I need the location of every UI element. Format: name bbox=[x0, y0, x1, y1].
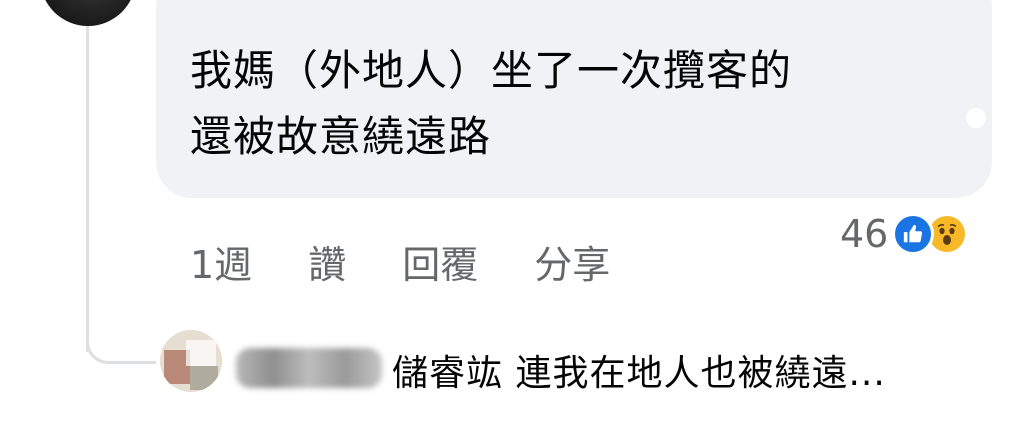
comment-timestamp[interactable]: 1週 bbox=[190, 234, 252, 289]
comment-actions: 1週 讚 回覆 分享 bbox=[190, 234, 666, 289]
thread-line bbox=[86, 20, 89, 352]
reply-button[interactable]: 回覆 bbox=[402, 234, 478, 289]
comment-text: 我媽（外地人）坐了一次攬客的 還被故意繞遠路 bbox=[190, 38, 950, 170]
like-button[interactable]: 讚 bbox=[308, 234, 346, 289]
share-button[interactable]: 分享 bbox=[534, 234, 610, 289]
reply-preview-text[interactable]: 儲睿竑 連我在地人也被繞遠... bbox=[392, 344, 886, 396]
reply-avatar[interactable] bbox=[160, 330, 222, 392]
thread-connector bbox=[86, 330, 156, 364]
reaction-summary[interactable]: 46 bbox=[840, 212, 969, 256]
reply-author-name-blurred[interactable] bbox=[236, 348, 382, 388]
reaction-count: 46 bbox=[840, 212, 889, 256]
bubble-indicator bbox=[966, 108, 986, 128]
commenter-avatar[interactable] bbox=[40, 0, 136, 26]
comment-text-line-1: 我媽（外地人）坐了一次攬客的 bbox=[190, 46, 793, 95]
comment-text-line-2: 還被故意繞遠路 bbox=[190, 112, 492, 161]
like-reaction-icon bbox=[892, 213, 935, 255]
